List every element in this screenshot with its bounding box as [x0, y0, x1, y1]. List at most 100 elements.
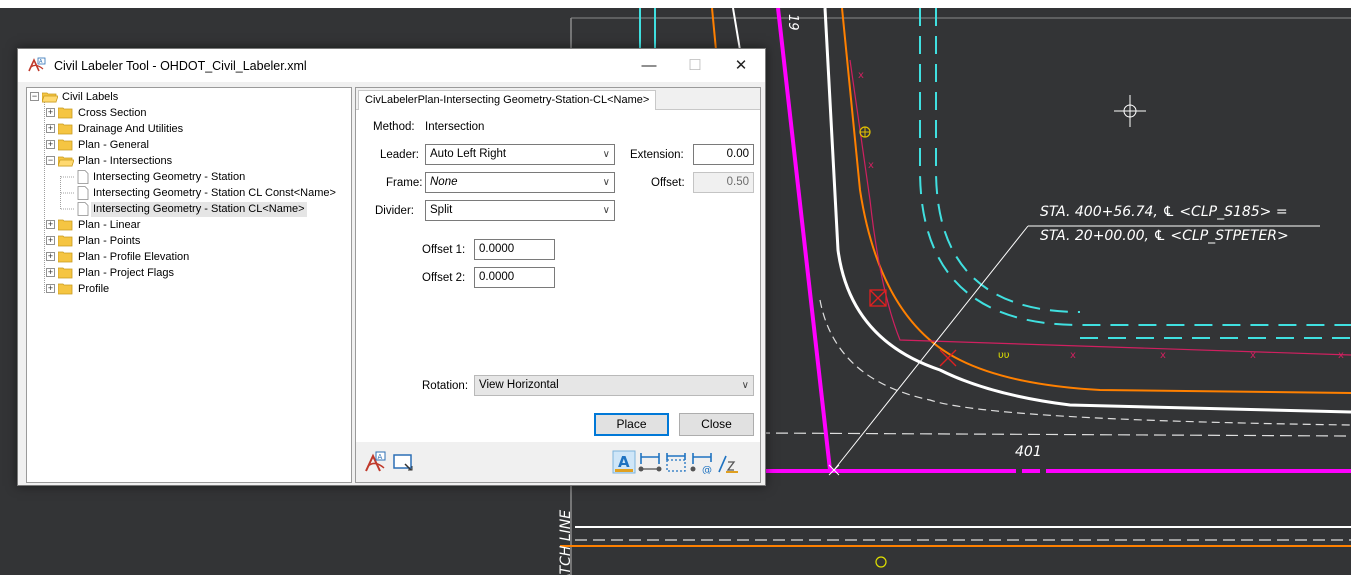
expand-icon[interactable]: +	[46, 252, 55, 261]
station-label-line1: STA. 400+56.74, ℄ <CLP_S185> =	[1040, 204, 1288, 220]
utility-x-mark: x	[1250, 350, 1256, 361]
utility-x-mark: x	[858, 70, 864, 81]
title-bar[interactable]: A Civil Labeler Tool - OHDOT_Civil_Label…	[18, 49, 765, 82]
label-tool-icon[interactable]: A	[364, 450, 388, 474]
expand-icon[interactable]: +	[46, 268, 55, 277]
tree-item-label: Drainage And Utilities	[78, 123, 184, 135]
rotation-label: Rotation:	[422, 380, 469, 392]
folder-icon	[58, 107, 73, 119]
stationing-tick-label: 19	[785, 14, 800, 31]
collapse-icon[interactable]: −	[46, 156, 55, 165]
tree-item-label: Plan - Points	[78, 235, 141, 247]
divider-select[interactable]: Split ∨	[425, 200, 615, 221]
rotation-select-value: View Horizontal	[479, 379, 559, 391]
method-value: Intersection	[425, 121, 485, 133]
dimension-frame-icon[interactable]	[664, 450, 688, 474]
tree-item-label: Cross Section	[78, 107, 147, 119]
svg-text:A: A	[39, 59, 43, 65]
label-tree[interactable]: − Civil Labels + Cross Section + Drainag…	[26, 87, 352, 483]
select-element-icon[interactable]	[391, 450, 415, 474]
tree-root-label: Civil Labels	[62, 91, 119, 103]
frame-label: Frame:	[386, 177, 423, 189]
yellow-circle	[875, 556, 887, 568]
utility-x-mark: x	[1070, 350, 1076, 361]
expand-icon[interactable]: +	[46, 220, 55, 229]
tree-item-label: Plan - Intersections	[78, 155, 173, 167]
document-icon	[77, 202, 89, 216]
collapse-icon[interactable]: −	[30, 92, 39, 101]
expand-icon[interactable]: +	[46, 108, 55, 117]
tab-label-definition[interactable]: CivLabelerPlan-Intersecting Geometry-Sta…	[358, 90, 657, 110]
tree-leaf-label-selected: Intersecting Geometry - Station CL<Name>	[91, 202, 307, 217]
station-number-label: 401	[1015, 444, 1042, 460]
offset2-input[interactable]: 0.0000	[474, 267, 555, 288]
place-button[interactable]: Place	[594, 413, 669, 436]
white-line	[732, 8, 741, 51]
tree-item-label: Profile	[78, 283, 110, 295]
text-style-icon[interactable]: A	[612, 450, 636, 474]
folder-icon	[58, 235, 73, 247]
orange-line-top	[711, 8, 717, 51]
tree-leaf-label: Intersecting Geometry - Station CL Const…	[93, 187, 336, 199]
offset-label: Offset:	[651, 177, 685, 189]
tab-strip: CivLabelerPlan-Intersecting Geometry-Sta…	[356, 88, 760, 110]
minimize-button[interactable]: —	[626, 49, 672, 82]
tree-leaf-label: Intersecting Geometry - Station	[93, 171, 246, 183]
folder-icon	[58, 219, 73, 231]
rotation-select[interactable]: View Horizontal ∨	[474, 375, 754, 396]
leader-select-value: Auto Left Right	[430, 148, 507, 160]
cyan-curb-line-inner	[935, 8, 1081, 313]
dimension-at-icon[interactable]: @	[690, 450, 714, 474]
offset1-label: Offset 1:	[422, 244, 466, 256]
cyan-curb-line	[919, 8, 1351, 326]
expand-icon[interactable]: +	[46, 124, 55, 133]
yellow-text-mark: υυ	[998, 350, 1010, 361]
chevron-down-icon: ∨	[602, 149, 610, 160]
tree-item-label: Plan - Project Flags	[78, 267, 174, 279]
svg-text:A: A	[378, 453, 383, 461]
leader-select[interactable]: Auto Left Right ∨	[425, 144, 615, 165]
leader-style-icon[interactable]	[716, 450, 740, 474]
magenta-centerline	[776, 8, 832, 471]
tree-item-label: Plan - General	[78, 139, 149, 151]
chevron-down-icon: ∨	[602, 205, 610, 216]
frame-select[interactable]: None ∨	[425, 172, 615, 193]
svg-text:@: @	[702, 465, 712, 474]
close-window-button[interactable]: ✕	[718, 49, 764, 82]
maximize-button[interactable]: ☐	[672, 49, 718, 82]
station-label-line2: STA. 20+00.00, ℄ <CLP_STPETER>	[1040, 228, 1289, 244]
document-icon	[77, 170, 89, 184]
tree-item-label: Plan - Profile Elevation	[78, 251, 190, 263]
label-settings-pane: CivLabelerPlan-Intersecting Geometry-Sta…	[355, 87, 761, 483]
folder-icon	[58, 251, 73, 263]
document-icon	[77, 186, 89, 200]
leader-label: Leader:	[380, 149, 420, 161]
folder-open-icon	[58, 156, 74, 167]
folder-icon	[58, 123, 73, 135]
method-label: Method:	[373, 121, 415, 133]
offset2-label: Offset 2:	[422, 272, 466, 284]
orange-line	[841, 8, 1351, 394]
chevron-down-icon: ∨	[602, 177, 610, 188]
extension-input[interactable]: 0.00	[693, 144, 754, 165]
divider-label: Divider:	[375, 205, 414, 217]
civil-labeler-window: A Civil Labeler Tool - OHDOT_Civil_Label…	[17, 48, 766, 486]
expand-icon[interactable]: +	[46, 236, 55, 245]
folder-icon	[58, 139, 73, 151]
divider-select-value: Split	[430, 204, 453, 216]
civil-labeler-app-icon: A	[28, 57, 46, 72]
close-button[interactable]: Close	[679, 413, 754, 436]
folder-icon	[58, 283, 73, 295]
offset1-input[interactable]: 0.0000	[474, 239, 555, 260]
utility-x-mark: x	[868, 160, 874, 171]
extension-label: Extension:	[630, 149, 684, 161]
expand-icon[interactable]: +	[46, 284, 55, 293]
dimension-leader-icon[interactable]	[638, 450, 662, 474]
tree-item-label: Plan - Linear	[78, 219, 141, 231]
expand-icon[interactable]: +	[46, 140, 55, 149]
bottom-toolbar: A A @	[356, 442, 760, 482]
offset-input[interactable]: 0.50	[693, 172, 754, 193]
svg-text:A: A	[618, 453, 630, 471]
utility-x-mark: x	[1160, 350, 1166, 361]
match-line-label: ATCH LINE	[558, 509, 574, 575]
